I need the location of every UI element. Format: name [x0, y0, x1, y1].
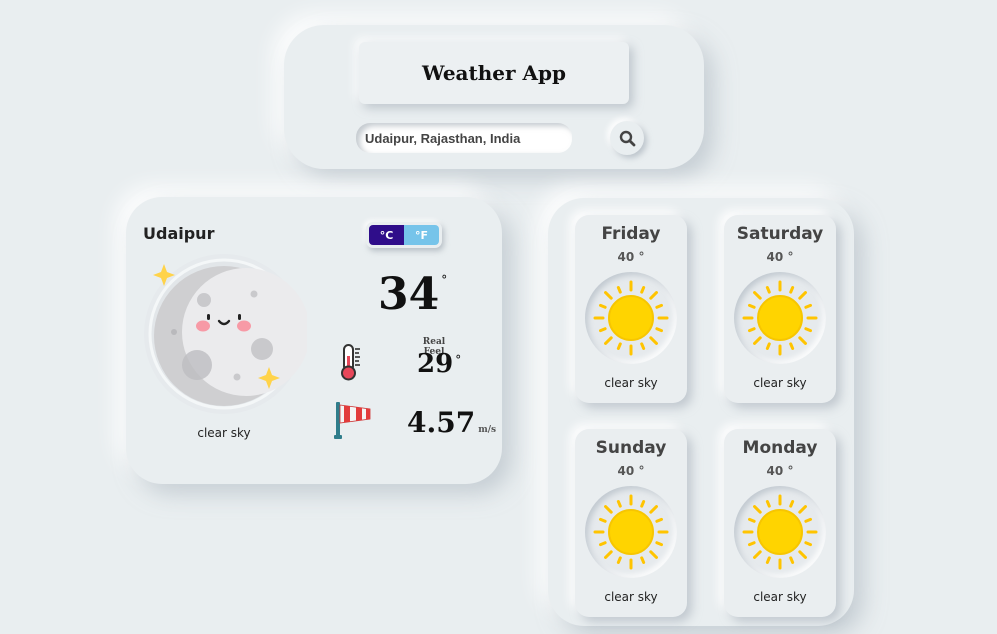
current-description: clear sky — [197, 426, 251, 440]
forecast-day-card: Friday 40 ° clear sky — [575, 215, 687, 403]
forecast-day-name: Monday — [742, 438, 818, 458]
wind-speed-value: 4.57 — [407, 406, 476, 439]
forecast-day-card: Monday 40 ° clear sky — [724, 429, 836, 617]
forecast-description: clear sky — [604, 590, 658, 604]
unit-toggle[interactable]: °C °F — [366, 222, 442, 248]
forecast-degree: ° — [638, 250, 645, 264]
forecast-day-name: Saturday — [736, 224, 824, 244]
fahrenheit-button[interactable]: °F — [404, 225, 439, 245]
app-title: Weather App — [421, 61, 566, 85]
sun-icon — [585, 272, 677, 364]
temperature-value: 34 — [378, 269, 440, 320]
wind-unit: m/s — [478, 425, 497, 435]
forecast-temp-value: 40 — [766, 464, 784, 478]
forecast-degree: ° — [638, 464, 645, 478]
sun-icon — [734, 486, 826, 578]
sun-icon — [585, 486, 677, 578]
celsius-button[interactable]: °C — [369, 225, 404, 245]
windsock-icon — [332, 400, 374, 444]
thermometer-icon — [338, 342, 364, 386]
sun-icon — [734, 272, 826, 364]
search-input[interactable] — [356, 123, 572, 153]
forecast-description: clear sky — [753, 590, 807, 604]
forecast-day-temp: 40 ° — [575, 464, 687, 478]
forecast-description: clear sky — [753, 376, 807, 390]
search-icon — [619, 130, 635, 146]
forecast-temp-value: 40 — [617, 464, 635, 478]
crescent-moon-icon — [142, 252, 310, 417]
forecast-degree: ° — [787, 250, 794, 264]
header-card: Weather App — [284, 25, 704, 169]
forecast-day-temp: 40 ° — [724, 250, 836, 264]
temperature-degree: ° — [441, 273, 448, 287]
forecast-card: Friday 40 ° clear sky Saturday 40 ° clea… — [548, 198, 854, 626]
forecast-day-name: Sunday — [595, 438, 667, 458]
forecast-description: clear sky — [604, 376, 658, 390]
real-feel-degree: ° — [455, 353, 462, 367]
current-temperature: 34 ° — [378, 269, 447, 320]
forecast-day-name: Friday — [601, 224, 661, 244]
real-feel-value: 29 ° — [417, 349, 461, 379]
current-weather-card: Udaipur clear sky °C °F 34 ° Real Feel 2… — [126, 197, 502, 484]
forecast-temp-value: 40 — [617, 250, 635, 264]
city-name: Udaipur — [143, 224, 215, 243]
forecast-day-card: Saturday 40 ° clear sky — [724, 215, 836, 403]
real-feel-number: 29 — [417, 349, 454, 379]
forecast-degree: ° — [787, 464, 794, 478]
forecast-day-temp: 40 ° — [724, 464, 836, 478]
forecast-day-temp: 40 ° — [575, 250, 687, 264]
wind-speed: 4.57 m/s — [407, 406, 496, 439]
forecast-day-card: Sunday 40 ° clear sky — [575, 429, 687, 617]
forecast-temp-value: 40 — [766, 250, 784, 264]
title-box: Weather App — [359, 42, 629, 104]
search-button[interactable] — [610, 121, 644, 155]
